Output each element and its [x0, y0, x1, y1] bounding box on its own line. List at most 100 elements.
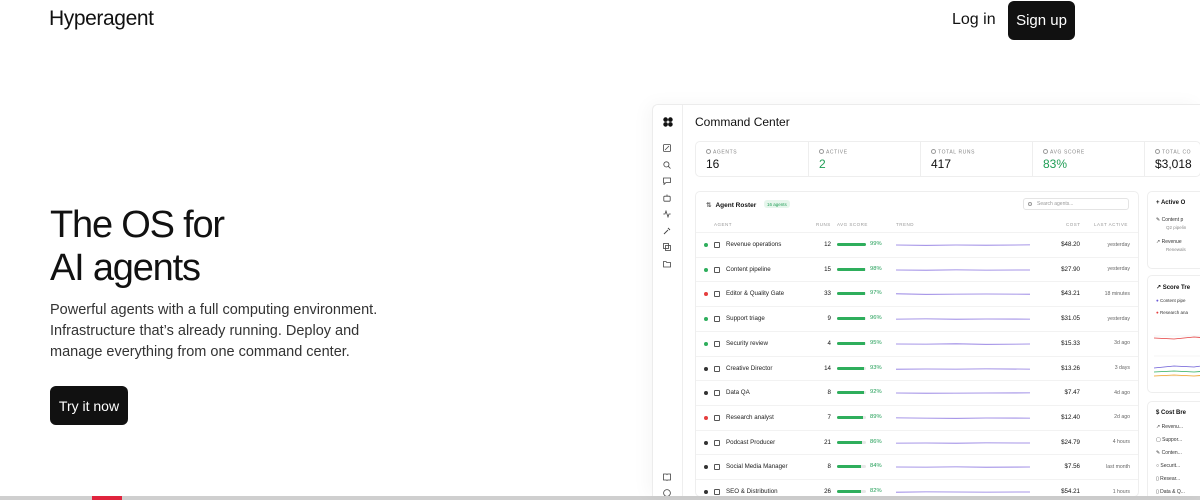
hero-title: The OS for AI agents: [50, 204, 225, 290]
score-bar-fill: [837, 366, 864, 370]
table-row[interactable]: Creative Director 14 93% $13.26 3 days: [696, 355, 1138, 381]
robot-icon[interactable]: [663, 194, 673, 204]
active-op-sub: Renewals: [1166, 247, 1186, 252]
table-row[interactable]: Research analyst 7 89% $12.40 2d ago: [696, 404, 1138, 430]
stat-total-runs: TOTAL RUNS 417: [920, 142, 1032, 176]
score-bar: [837, 490, 866, 493]
cost-item-label: Resear...: [1160, 476, 1181, 482]
agent-score: 89%: [870, 413, 882, 420]
cost-item-label: Data & Q...: [1160, 489, 1185, 495]
trend-sparkline: [896, 244, 1030, 246]
table-row[interactable]: Support triage 9 96% $31.05 yesterday: [696, 306, 1138, 331]
column-header-avg-score[interactable]: AVG SCORE: [837, 222, 868, 227]
chart-icon: [714, 489, 720, 495]
table-row[interactable]: Content pipeline 15 98% $27.90 yesterday: [696, 256, 1138, 282]
signup-button[interactable]: Sign up: [1008, 1, 1075, 40]
stat-value: 16: [706, 157, 720, 171]
agent-runs: 21: [824, 438, 831, 446]
agent-last-active: 3 days: [1114, 365, 1130, 371]
agent-cost: $15.33: [1061, 339, 1080, 347]
agent-runs: 12: [824, 241, 831, 248]
score-bar-fill: [837, 490, 861, 493]
score-bar-fill: [837, 415, 863, 419]
hero-title-line: AI agents: [50, 247, 201, 289]
score-bar-fill: [837, 465, 862, 469]
agent-name: Research analyst: [726, 413, 774, 421]
column-header-runs[interactable]: RUNS: [816, 222, 831, 227]
app-preview: Command Center AGENTS 16 ACTIVE 2 TOTAL …: [652, 104, 1200, 496]
agent-name: Editor & Quality Gate: [726, 290, 785, 298]
legend-label: Content pipe: [1159, 298, 1186, 303]
login-link[interactable]: Log in: [952, 11, 996, 29]
agent-cost: $12.40: [1061, 413, 1080, 421]
roster-title-text: Agent Roster: [715, 202, 757, 209]
active-op-item[interactable]: ↗ Revenue: [1156, 239, 1182, 245]
stat-value: $3,018: [1155, 157, 1192, 171]
folder-icon[interactable]: [663, 260, 673, 270]
logo[interactable]: Hyperagent: [49, 7, 154, 31]
table-row[interactable]: Revenue operations 12 99% $48.20 yesterday: [696, 232, 1138, 257]
compose-icon[interactable]: [663, 144, 673, 154]
score-bar-fill: [837, 317, 865, 321]
trend-sparkline: [896, 293, 1030, 296]
chart-icon: [714, 414, 720, 421]
layers-icon[interactable]: [663, 243, 673, 253]
agent-last-active: 4d ago: [1114, 389, 1130, 396]
agent-name: Podcast Producer: [726, 438, 776, 446]
agent-name: Social Media Manager: [726, 463, 788, 471]
star-icon: [1043, 149, 1048, 154]
cost-item-label: Revenu...: [1161, 424, 1183, 430]
chat-icon[interactable]: [663, 177, 673, 187]
help-icon[interactable]: [663, 489, 673, 496]
status-dot: [704, 490, 708, 494]
bottom-scroll-track[interactable]: [0, 496, 1200, 500]
status-dot: [704, 366, 708, 371]
cost-item-label: Conten...: [1161, 450, 1182, 456]
agent-last-active: 18 minutes: [1104, 290, 1130, 297]
table-row[interactable]: SEO & Distribution 26 82% $54.21 1 hours: [696, 479, 1138, 496]
column-header-cost[interactable]: COST: [1066, 222, 1081, 227]
activity-icon[interactable]: [663, 210, 673, 220]
agent-name: Creative Director: [726, 364, 773, 372]
agent-last-active: 3d ago: [1114, 340, 1130, 347]
sort-icon[interactable]: ⇅: [706, 202, 711, 209]
hero-subtitle-line: Infrastructure that’s already running. D…: [50, 323, 360, 339]
agent-cost: $24.79: [1061, 438, 1080, 446]
status-dot: [704, 465, 708, 470]
score-trend-chart: [1154, 335, 1200, 377]
column-header-agent[interactable]: AGENT: [714, 222, 732, 227]
tools-icon[interactable]: [663, 227, 673, 237]
cost-breakdown-title: $ Cost Bre: [1156, 410, 1187, 416]
trend-sparkline: [896, 318, 1030, 320]
column-header-last-active[interactable]: LAST ACTIVE: [1094, 222, 1128, 227]
legend-item: ● Content pipe: [1156, 298, 1186, 303]
search-agents-input[interactable]: Search agents...: [1023, 198, 1129, 210]
score-bar-fill: [837, 243, 866, 246]
score-bar: [837, 415, 866, 419]
trend-sparkline: [896, 466, 1030, 468]
command-center-title: Command Center: [695, 115, 790, 129]
table-row[interactable]: Editor & Quality Gate 33 97% $43.21 18 minut…: [696, 281, 1138, 306]
agent-cost: $31.05: [1061, 315, 1080, 323]
book-icon[interactable]: [663, 473, 673, 483]
search-icon[interactable]: [663, 161, 673, 171]
table-row[interactable]: Podcast Producer 21 86% $24.79 4 hours: [696, 429, 1138, 455]
status-dot: [704, 243, 708, 247]
table-row[interactable]: Social Media Manager 8 84% $7.56 last month: [696, 454, 1138, 479]
agent-roster-card: ⇅ Agent Roster 16 agents Search agents...…: [695, 191, 1139, 496]
agent-runs: 4: [827, 339, 831, 347]
agent-score: 82%: [870, 488, 882, 494]
agent-score: 97%: [870, 290, 882, 297]
status-dot: [704, 267, 708, 272]
agent-score: 92%: [870, 389, 882, 396]
active-op-item[interactable]: ✎ Content p: [1156, 217, 1183, 223]
score-bar-fill: [837, 341, 865, 345]
stat-label-text: TOTAL CO: [1162, 149, 1192, 156]
stat-total-cost: TOTAL CO $3,018: [1144, 142, 1200, 176]
legend-label: Research ana: [1159, 310, 1189, 315]
stat-label-text: ACTIVE: [826, 149, 848, 156]
table-row[interactable]: Security review 4 95% $15.33 3d ago: [696, 330, 1138, 356]
active-ops-title: + Active O: [1156, 200, 1186, 206]
try-it-now-button[interactable]: Try it now: [50, 386, 128, 425]
table-row[interactable]: Data QA 8 92% $7.47 4d ago: [696, 380, 1138, 405]
